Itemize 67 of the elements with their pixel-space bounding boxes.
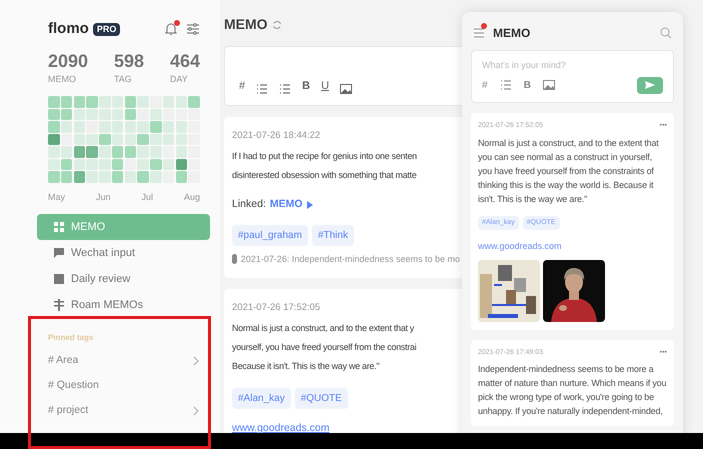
nav-item[interactable]: Daily review (37, 266, 210, 292)
source-link[interactable]: www.goodreads.com (478, 240, 667, 254)
month-label: May (48, 190, 66, 204)
memo-text-line: disinterested obsession with something that matte (232, 168, 418, 182)
memo-text-line: yourself, you have freed yourself from the constrai (232, 341, 418, 354)
linked-memo-link[interactable]: MEMO (270, 196, 303, 212)
refresh-icon[interactable] (272, 20, 282, 30)
chat-icon (53, 247, 65, 259)
section-label: Pinned tags (48, 332, 94, 344)
panel-title: MEMO (493, 25, 530, 42)
play-icon (306, 200, 313, 209)
month-label: Jun (96, 190, 110, 204)
memo-time: 2021-07-26 17:52:05 (232, 301, 322, 315)
memo-text-line: Normal is just a construct, and to the extent that y (232, 322, 416, 336)
pinned-tag[interactable]: # Question (48, 378, 99, 394)
image-icon[interactable] (340, 82, 352, 94)
pinned-tag[interactable]: # project (48, 402, 88, 418)
underline-button[interactable]: U (321, 78, 330, 94)
backlink-icon (232, 254, 237, 264)
source-link[interactable]: www.goodreads.com (232, 421, 460, 437)
backlink-text[interactable]: 2021-07-26: Independent-mindedness seems to be mo (240, 252, 460, 266)
image-icon[interactable] (542, 79, 555, 91)
bold-button[interactable]: B (524, 78, 531, 92)
memo-text-line: Because it isn't. This is the way we are." (232, 360, 380, 374)
bold-button[interactable]: B (302, 78, 310, 94)
tag[interactable]: #Think (312, 224, 354, 246)
pro-badge: PRO (92, 22, 120, 36)
memo-input-field[interactable]: What's in your mind? (482, 59, 663, 72)
numbered-list-icon[interactable] (279, 82, 292, 94)
list-icon[interactable] (500, 79, 512, 91)
month-label: Aug (184, 190, 200, 204)
stat-value: 2090 (48, 50, 88, 72)
stat-label: MEMO (48, 72, 77, 86)
nav-item[interactable]: Wechat input (37, 240, 210, 266)
memo-time: 2021-07-26 18:44:22 (232, 128, 322, 142)
stat-label: TAG (114, 72, 133, 86)
nav-item[interactable]: MEMO (37, 214, 210, 240)
stat-value: 598 (114, 50, 144, 72)
memo-input[interactable]: What's in your mind? # B (471, 50, 674, 103)
tag-button[interactable]: # (239, 78, 246, 94)
send-icon (645, 81, 655, 89)
search-icon[interactable] (660, 27, 672, 39)
tag[interactable]: #Alan_kay (232, 388, 291, 410)
page-title: MEMO (224, 15, 268, 34)
tag[interactable]: #paul_graham (232, 224, 308, 246)
stat-value: 464 (170, 50, 200, 72)
pinned-tag[interactable]: # Area (48, 352, 78, 368)
tag-button[interactable]: # (482, 78, 488, 92)
memo-text: Normal is just a construct, and to the extent that you can see normal as a construct in yourself, you have freed yourself from the constraints of thinking this is the way the world is. Because it isn't. This is the way we are." (478, 136, 660, 206)
bullet-list-icon[interactable] (256, 82, 268, 94)
month-label: Jul (141, 190, 153, 204)
menu-icon[interactable] (473, 27, 485, 39)
linked-label: Linked: (232, 196, 266, 212)
chevron-icon[interactable] (192, 356, 200, 366)
tag[interactable]: #QUOTE (294, 388, 348, 410)
memo-text: Independent-mindedness seems to be more a matter of nature than nurture. Which means if you pick the wrong type of work, you're going to be unhappy. If you're naturally independent-minded, (478, 363, 667, 418)
settings-icon[interactable] (186, 22, 200, 36)
stat-label: DAY (170, 72, 189, 86)
chevron-icon[interactable] (192, 406, 200, 416)
send-button[interactable] (637, 76, 663, 94)
roam-icon (53, 299, 65, 311)
calendar-icon (53, 273, 65, 285)
grid-icon (53, 221, 65, 233)
logo: flomo (48, 19, 89, 39)
memo-editor[interactable]: # B U (224, 46, 462, 106)
bell-icon[interactable] (164, 22, 178, 36)
memo-text-line: If I had to put the recipe for genius into one senten (232, 150, 418, 163)
